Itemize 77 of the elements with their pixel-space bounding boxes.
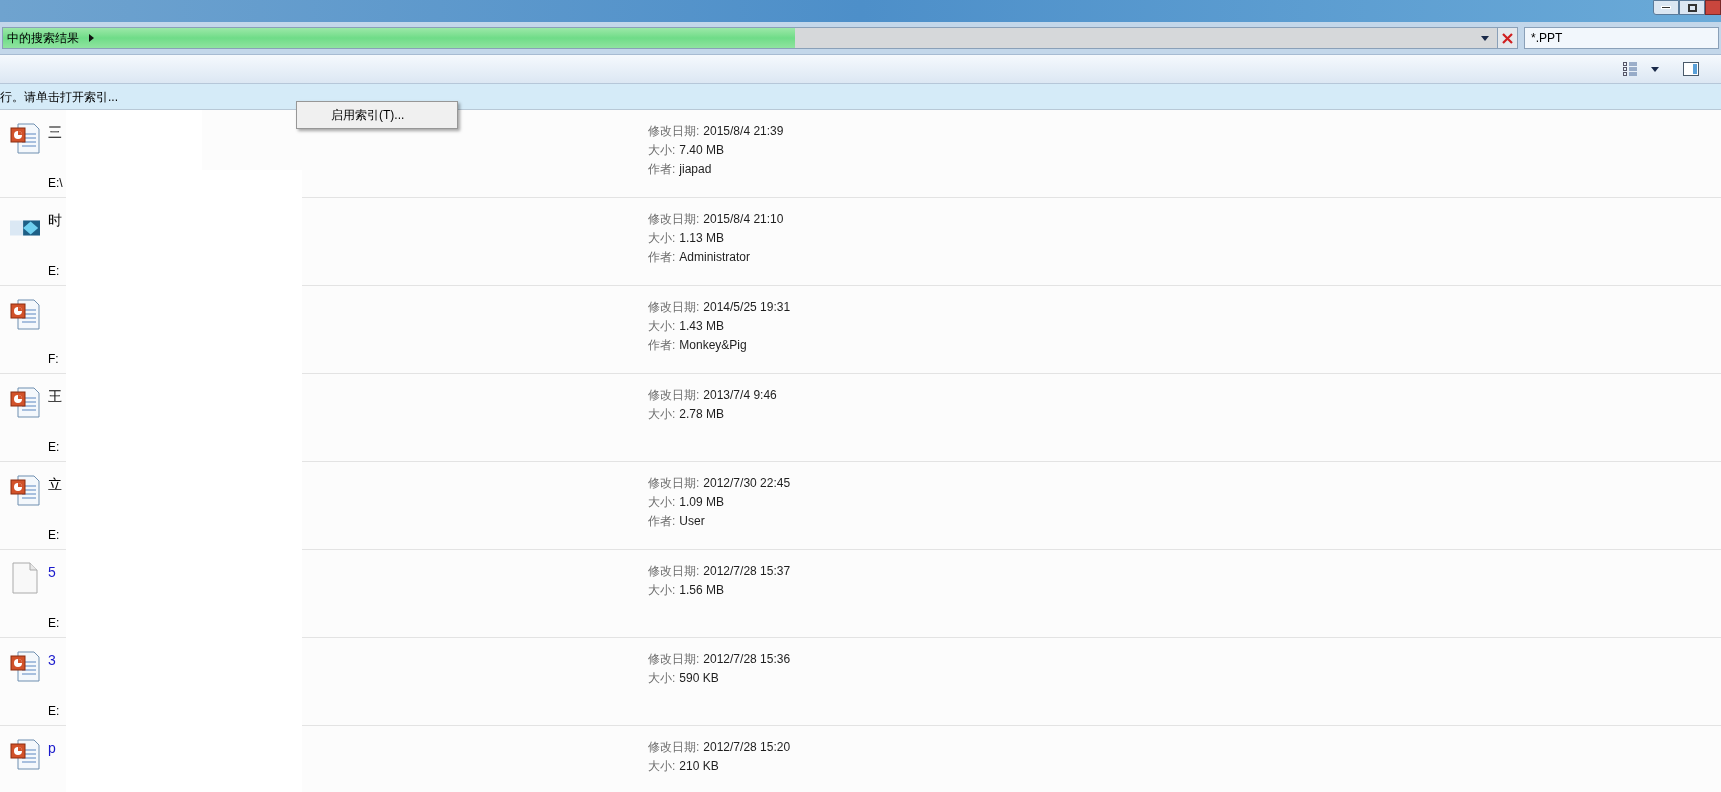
detail-label: 大小:	[648, 758, 676, 774]
file-path: E:\	[48, 175, 63, 192]
view-list-icon[interactable]	[1623, 62, 1637, 76]
detail-label: 大小:	[648, 406, 676, 422]
preview-pane-icon[interactable]	[1683, 62, 1699, 76]
file-name[interactable]: p	[48, 740, 56, 757]
file-path: E:	[48, 263, 60, 280]
detail-value: 2014/5/25 19:31	[703, 299, 791, 315]
detail-value: Monkey&Pig	[679, 337, 747, 353]
detail-label: 作者:	[648, 337, 676, 353]
detail-label: 大小:	[648, 582, 676, 598]
detail-value: 1.13 MB	[679, 230, 725, 246]
file-name[interactable]: 5	[48, 564, 56, 581]
menu-item[interactable]: 启用索引(T)...	[297, 104, 457, 126]
presentation-file-icon	[10, 738, 40, 770]
dropdown-icon[interactable]	[1481, 36, 1489, 41]
detail-value: User	[679, 513, 705, 529]
chevron-right-icon[interactable]	[89, 34, 94, 42]
file-path: E:	[48, 703, 60, 720]
blank-file-icon	[12, 562, 38, 594]
detail-label: 修改日期:	[648, 475, 700, 491]
info-text[interactable]: 行。请单击打开索引...	[0, 87, 118, 106]
detail-label: 修改日期:	[648, 563, 700, 579]
file-name[interactable]: 立	[48, 476, 62, 493]
image-file-icon	[10, 218, 40, 238]
detail-value: 2013/7/4 9:46	[703, 387, 777, 403]
presentation-file-icon	[10, 474, 40, 506]
detail-label: 修改日期:	[648, 387, 700, 403]
detail-value: jiapad	[679, 161, 712, 177]
file-name[interactable]: 三	[48, 124, 62, 141]
presentation-file-icon	[10, 386, 40, 418]
detail-value: 7.40 MB	[679, 142, 725, 158]
detail-value: 2012/7/28 15:37	[703, 563, 791, 579]
presentation-file-icon	[10, 298, 40, 330]
detail-label: 大小:	[648, 318, 676, 334]
detail-label: 大小:	[648, 230, 676, 246]
detail-label: 修改日期:	[648, 123, 700, 139]
detail-value: 2015/8/4 21:39	[703, 123, 784, 139]
file-name[interactable]: 王	[48, 388, 62, 405]
detail-value: 2.78 MB	[679, 406, 725, 422]
detail-value: 2015/8/4 21:10	[703, 211, 784, 227]
file-name[interactable]: 3	[48, 652, 56, 669]
detail-value: 1.09 MB	[679, 494, 725, 510]
search-field[interactable]: *.PPT	[1524, 27, 1719, 49]
detail-label: 大小:	[648, 494, 676, 510]
file-path: E:	[48, 527, 60, 544]
detail-label: 作者:	[648, 161, 676, 177]
dropdown-icon[interactable]	[1651, 66, 1659, 72]
detail-label: 修改日期:	[648, 739, 700, 755]
detail-value: 2012/7/28 15:20	[703, 739, 791, 755]
file-path: E:	[48, 615, 60, 632]
detail-label: 修改日期:	[648, 211, 700, 227]
detail-label: 大小:	[648, 142, 676, 158]
detail-label: 作者:	[648, 513, 676, 529]
restore-button[interactable]	[1679, 0, 1705, 15]
breadcrumb-text[interactable]: 中的搜索结果	[3, 29, 79, 47]
detail-value: 1.43 MB	[679, 318, 725, 334]
file-path: F:	[48, 351, 59, 368]
detail-label: 修改日期:	[648, 299, 700, 315]
presentation-file-icon	[10, 122, 40, 154]
file-path: E:	[48, 439, 60, 456]
detail-value: 2012/7/28 15:36	[703, 651, 791, 667]
detail-label: 修改日期:	[648, 651, 700, 667]
file-name[interactable]: 时	[48, 212, 62, 229]
info-bar[interactable]: 行。请单击打开索引...	[0, 84, 1721, 110]
address-bar[interactable]: 中的搜索结果	[2, 27, 1498, 49]
detail-value: 590 KB	[679, 670, 719, 686]
close-icon	[1501, 32, 1513, 44]
detail-value: Administrator	[679, 249, 751, 265]
presentation-file-icon	[10, 650, 40, 682]
detail-label: 作者:	[648, 249, 676, 265]
minimize-button[interactable]	[1653, 0, 1679, 15]
detail-value: 1.56 MB	[679, 582, 725, 598]
detail-value: 210 KB	[679, 758, 719, 774]
detail-value: 2012/7/30 22:45	[703, 475, 791, 491]
detail-label: 大小:	[648, 670, 676, 686]
stop-button[interactable]	[1496, 27, 1518, 49]
